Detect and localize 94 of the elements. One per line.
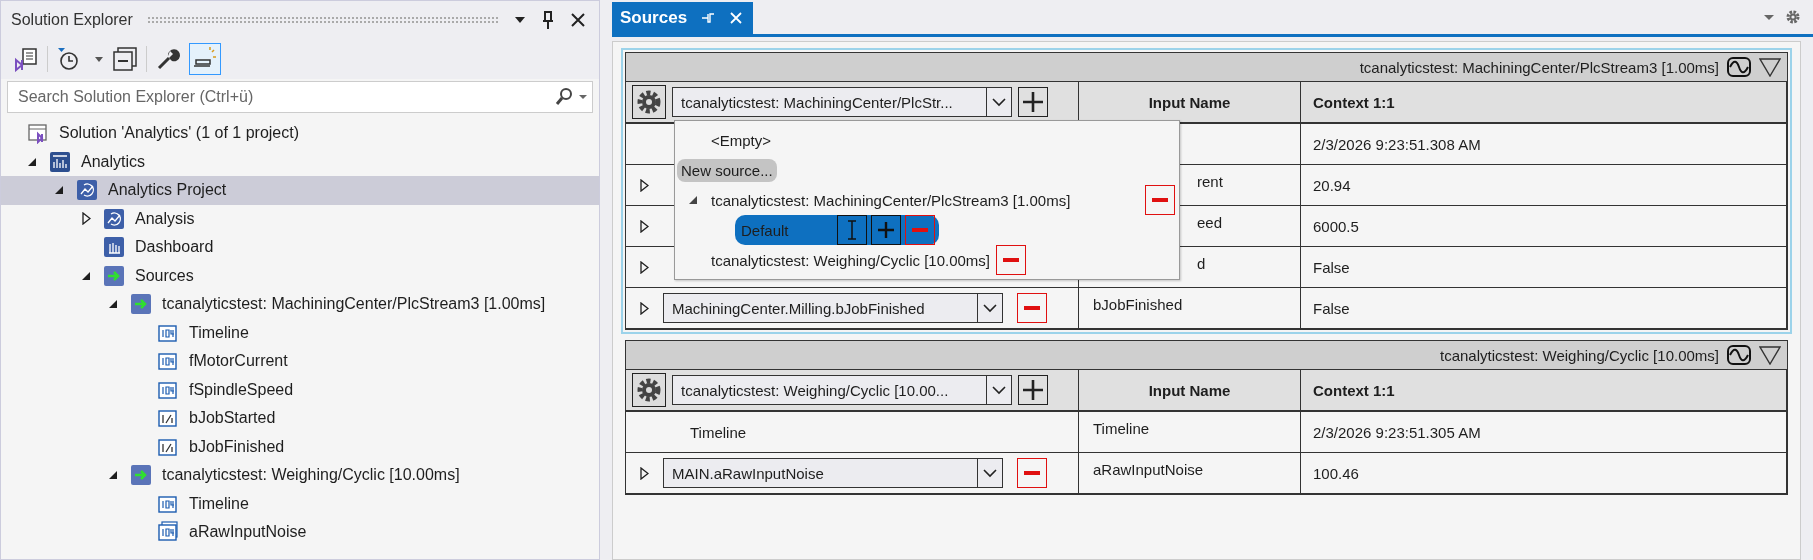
table-cell: 20.94: [1301, 165, 1786, 206]
table-cell: False: [1301, 288, 1786, 329]
tree-item[interactable]: Analytics: [1, 147, 599, 176]
waveform-icon[interactable]: [1727, 345, 1751, 365]
collapsed-arrow-icon[interactable]: [640, 260, 649, 274]
arrow-block-icon: [130, 293, 152, 316]
dropdown-icon[interactable]: [513, 15, 527, 25]
tree-item[interactable]: Analytics Project: [1, 176, 599, 205]
expanded-arrow-icon[interactable]: [27, 156, 37, 167]
f64-type-icon: [157, 521, 179, 544]
column-header: Input Name: [1079, 370, 1301, 412]
source-combo[interactable]: tcanalyticstest: MachiningCenter/PlcStr...: [672, 87, 1012, 117]
tree-item[interactable]: Timeline: [1, 318, 599, 347]
expanded-arrow-icon[interactable]: [108, 470, 118, 481]
column-header: Context 1:1: [1301, 82, 1786, 124]
arrow-block-icon: [130, 464, 152, 487]
search-icon[interactable]: [555, 87, 589, 107]
chevron-icon[interactable]: [982, 303, 998, 313]
wrench-icon[interactable]: [155, 46, 181, 72]
tree-item[interactable]: Solution 'Analytics' (1 of 1 project): [1, 119, 599, 148]
remove-button[interactable]: [1017, 293, 1047, 323]
list-item[interactable]: <Empty>: [675, 125, 1179, 155]
source-combo[interactable]: tcanalyticstest: Weighing/Cyclic [10.00...: [672, 375, 1012, 405]
expanded-arrow-icon[interactable]: [54, 185, 64, 196]
remove-button[interactable]: [1017, 458, 1047, 488]
column-header: Context 1:1: [1301, 370, 1786, 412]
solution-icon: [27, 122, 49, 145]
table-cell: False: [1301, 247, 1786, 288]
triangle-icon[interactable]: [1759, 57, 1781, 77]
solution-icon[interactable]: [13, 46, 39, 72]
table-cell: 100.46: [1301, 453, 1786, 494]
tree-item[interactable]: bJobFinished: [1, 432, 599, 461]
panel-title: tcanalyticstest: Weighing/Cyclic [10.00ms]: [1440, 346, 1719, 364]
table-cell: 2/3/2026 9:23:51.305 AM: [1301, 412, 1786, 453]
chart-block-icon: [49, 150, 71, 173]
list-item[interactable]: tcanalyticstest: MachiningCenter/PlcStream3 [1.00ms]: [711, 191, 1071, 209]
caret-icon[interactable]: [94, 55, 104, 63]
table-cell: 6000.5: [1301, 206, 1786, 247]
settings-icon[interactable]: [1785, 9, 1801, 25]
collapse-all-icon[interactable]: [112, 46, 138, 72]
table-cell: Timeline: [1079, 412, 1301, 453]
search-field[interactable]: Search Solution Explorer (Ctrl+ü): [7, 81, 593, 113]
remove-button[interactable]: [996, 245, 1026, 275]
chevron-icon[interactable]: [991, 385, 1007, 395]
collapsed-arrow-icon[interactable]: [640, 301, 649, 315]
list-item[interactable]: tcanalyticstest: Weighing/Cyclic [10.00ms]: [711, 251, 990, 269]
tree-item[interactable]: tcanalyticstest: Weighing/Cyclic [10.00ms]: [1, 461, 599, 490]
symbol-combo[interactable]: MachiningCenter.Milling.bJobFinished: [663, 293, 1003, 323]
plus-icon: [877, 221, 895, 239]
chart-block-icon: [103, 207, 125, 230]
tree-item[interactable]: Timeline: [1, 489, 599, 518]
tree-item[interactable]: fMotorCurrent: [1, 347, 599, 376]
chevron-icon[interactable]: [982, 468, 998, 478]
symbol-combo[interactable]: MAIN.aRawInputNoise: [663, 458, 1003, 488]
arrow-block-icon: [103, 264, 125, 287]
expanded-arrow-icon[interactable]: [81, 270, 91, 281]
f64-type-icon: [157, 350, 179, 373]
add-button[interactable]: [1018, 375, 1048, 405]
chart-block-icon: [76, 179, 98, 202]
collapsed-arrow-icon[interactable]: [640, 178, 649, 192]
table-cell: bJobFinished: [1079, 288, 1301, 329]
chart-block-icon: [103, 236, 125, 259]
text-cursor-icon: [845, 219, 859, 241]
tree-item[interactable]: fSpindleSpeed: [1, 375, 599, 404]
tree-item[interactable]: Sources: [1, 261, 599, 290]
waveform-icon[interactable]: [1727, 57, 1751, 77]
tree-item[interactable]: tcanalyticstest: MachiningCenter/PlcStream3 [1.00ms]: [1, 290, 599, 319]
panel-title: tcanalyticstest: MachiningCenter/PlcStream3 [1.00ms]: [1359, 58, 1719, 76]
triangle-icon[interactable]: [1759, 345, 1781, 365]
bool-type-icon: [157, 407, 179, 430]
panel-title: Solution Explorer: [11, 11, 133, 29]
column-header: Input Name: [1079, 82, 1301, 124]
table-cell: 2/3/2026 9:23:51.308 AM: [1301, 124, 1786, 165]
table-cell-text: Timeline: [689, 423, 747, 441]
chevron-icon[interactable]: [991, 97, 1007, 107]
close-icon[interactable]: [569, 11, 587, 29]
tree-item[interactable]: Dashboard: [1, 233, 599, 262]
new-source-button[interactable]: New source...: [677, 158, 777, 182]
collapsed-arrow-icon[interactable]: [81, 212, 91, 226]
add-button[interactable]: [1018, 87, 1048, 117]
rename-button[interactable]: [837, 215, 867, 245]
collapsed-arrow-icon[interactable]: [640, 219, 649, 233]
collapsed-arrow-icon[interactable]: [640, 466, 649, 480]
settings-button[interactable]: [632, 373, 666, 407]
tree-item[interactable]: Analysis: [1, 204, 599, 233]
table-cell: aRawInputNoise: [1079, 453, 1301, 494]
expanded-arrow-icon[interactable]: [108, 299, 118, 310]
pin-icon[interactable]: [541, 10, 555, 30]
tree-item[interactable]: aRawInputNoise: [1, 518, 599, 547]
settings-button[interactable]: [632, 85, 666, 119]
remove-button[interactable]: [1145, 185, 1175, 215]
tree-item[interactable]: bJobStarted: [1, 404, 599, 433]
expanded-arrow-icon[interactable]: [688, 195, 698, 205]
preview-toggle-button[interactable]: [189, 43, 221, 75]
